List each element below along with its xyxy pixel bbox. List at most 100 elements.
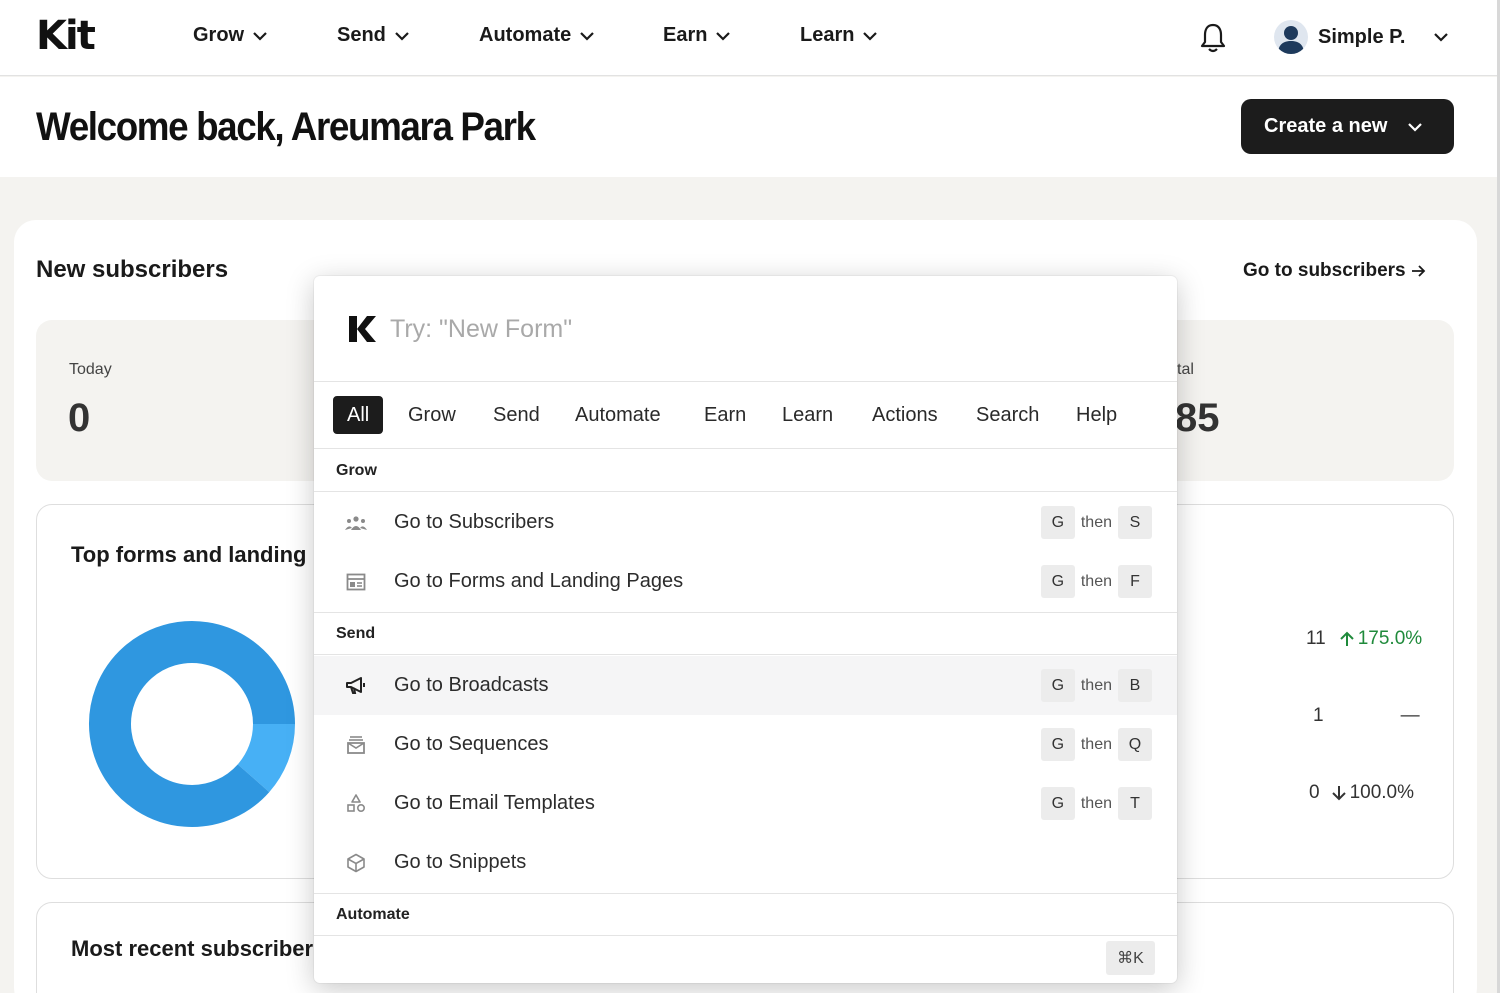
arrow-up-icon [1340,631,1354,646]
link-label: Go to subscribers [1243,260,1406,281]
total-label: tal [1177,361,1194,378]
palette-search-bar [314,276,1177,382]
welcome-band: Welcome back, Areumara Park Create a new [0,77,1497,177]
tab-help[interactable]: Help [1076,396,1117,434]
donut-slice [89,621,295,827]
nav-send[interactable]: Send [337,24,410,47]
section-header-automate: Automate [314,894,1177,936]
create-new-button[interactable]: Create a new [1241,99,1454,154]
nav-label: Grow [193,24,245,46]
top-navigation: Kit Grow Send Automate Earn Learn Simple… [0,0,1500,76]
shortcut-key: T [1118,787,1152,820]
shortcut-key: B [1118,669,1152,702]
top-forms-title: Top forms and landing [71,542,307,567]
donut-chart [89,621,295,827]
megaphone-icon [344,674,368,698]
keyboard-shortcut: G then T [1040,787,1152,820]
user-name: Simple P. [1318,25,1406,48]
palette-item-label: Go to Snippets [394,851,527,873]
palette-item-label: Go to Broadcasts [394,674,549,696]
palette-item-label: Go to Subscribers [394,511,555,533]
forms-icon [344,570,368,594]
palette-item-email-templates[interactable]: Go to Email Templates G then T [314,774,1177,833]
chevron-down-icon [863,31,878,41]
card-title: New subscribers [36,256,229,283]
shapes-icon [344,792,368,816]
section-header-grow: Grow [314,450,1177,492]
metric-change-up: 175.0% [1338,628,1422,650]
user-silhouette-icon [1278,26,1304,54]
today-label: Today [69,361,112,378]
shortcut-key: G [1040,728,1075,761]
tab-grow[interactable]: Grow [408,396,456,434]
shortcut-key: S [1118,506,1152,539]
go-to-subscribers-link[interactable]: Go to subscribers [1243,260,1426,282]
palette-item-subscribers[interactable]: Go to Subscribers G then S [314,493,1177,552]
today-value: 0 [68,396,91,440]
keyboard-shortcut: G then Q [1040,728,1152,761]
tab-all[interactable]: All [333,396,384,434]
tab-actions[interactable]: Actions [872,396,938,434]
palette-item-sequences[interactable]: Go to Sequences G then Q [314,715,1177,774]
nav-label: Earn [663,24,708,46]
tab-automate[interactable]: Automate [575,396,661,434]
tab-earn[interactable]: Earn [704,396,746,434]
metric-count: 11 [1306,628,1326,649]
metric-change: — [1400,705,1420,726]
shortcut-key: G [1040,565,1075,598]
metric-change: 175.0% [1357,628,1423,649]
tab-search[interactable]: Search [976,396,1039,434]
shortcut-then: then [1080,794,1112,812]
total-value: 85 [1175,396,1220,440]
nav-grow[interactable]: Grow [193,24,268,47]
nav-label: Automate [479,24,572,46]
keyboard-shortcut: G then S [1040,506,1152,539]
sequences-icon [344,733,368,757]
nav-earn[interactable]: Earn [663,24,731,47]
metric-row: 1 — [1313,705,1420,727]
tab-send[interactable]: Send [493,396,540,434]
chevron-down-icon [716,31,731,41]
palette-item-label: Go to Email Templates [394,792,595,814]
shortcut-key: F [1118,565,1152,598]
palette-item-label: Go to Sequences [394,733,549,755]
recent-title: Most recent subscriber [71,936,314,961]
command-palette: All Grow Send Automate Earn Learn Action… [314,276,1177,983]
shortcut-hint: ⌘K [1106,941,1155,975]
chevron-down-icon [253,31,267,41]
shortcut-key: Q [1118,728,1152,761]
chevron-down-icon [1434,33,1449,42]
metric-row: 11 175.0% [1306,628,1422,650]
keyboard-shortcut: G then B [1040,669,1152,702]
keyboard-shortcut: G then F [1040,565,1152,598]
shortcut-key: G [1040,506,1075,539]
shortcut-key: G [1040,669,1075,702]
section-header-send: Send [314,613,1177,655]
metric-row: 0 100.0% [1309,782,1414,804]
nav-learn[interactable]: Learn [800,24,878,47]
metric-change: 100.0% [1349,782,1415,803]
nav-automate[interactable]: Automate [479,24,595,47]
tab-learn[interactable]: Learn [782,396,833,434]
palette-item-snippets[interactable]: Go to Snippets [314,833,1177,892]
page-title: Welcome back, Areumara Park [36,105,536,149]
chevron-down-icon [580,31,595,41]
cube-icon [344,851,368,875]
palette-item-broadcasts[interactable]: Go to Broadcasts G then B [314,656,1177,715]
palette-search-input[interactable] [390,308,1130,350]
kit-logo[interactable]: Kit [36,16,96,56]
shortcut-then: then [1080,735,1112,753]
metric-count: 1 [1313,705,1324,726]
donut-slice [237,723,295,793]
shortcut-then: then [1080,676,1112,694]
bell-icon[interactable] [1198,22,1228,54]
shortcut-then: then [1080,572,1112,590]
user-menu[interactable]: Simple P. [1274,20,1449,54]
nav-label: Learn [800,24,855,46]
arrow-right-icon [1411,265,1425,277]
palette-item-label: Go to Forms and Landing Pages [394,570,684,592]
palette-item-forms[interactable]: Go to Forms and Landing Pages G then F [314,552,1177,611]
subscribers-icon [344,511,368,535]
metric-change-down: 100.0% [1330,782,1414,804]
kit-k-icon [349,316,376,342]
